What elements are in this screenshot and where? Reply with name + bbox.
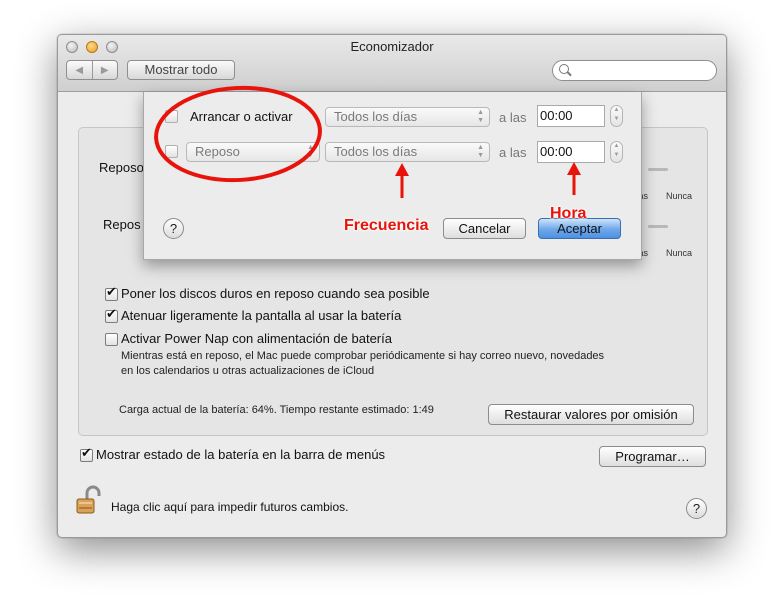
frequency-arrow-icon bbox=[395, 163, 409, 198]
hour-annotation: Hora bbox=[550, 205, 587, 222]
hour-arrow-icon bbox=[567, 162, 581, 195]
highlight-ellipse bbox=[154, 85, 322, 183]
annotation-overlay bbox=[154, 85, 581, 198]
frequency-annotation: Frecuencia bbox=[344, 217, 429, 234]
